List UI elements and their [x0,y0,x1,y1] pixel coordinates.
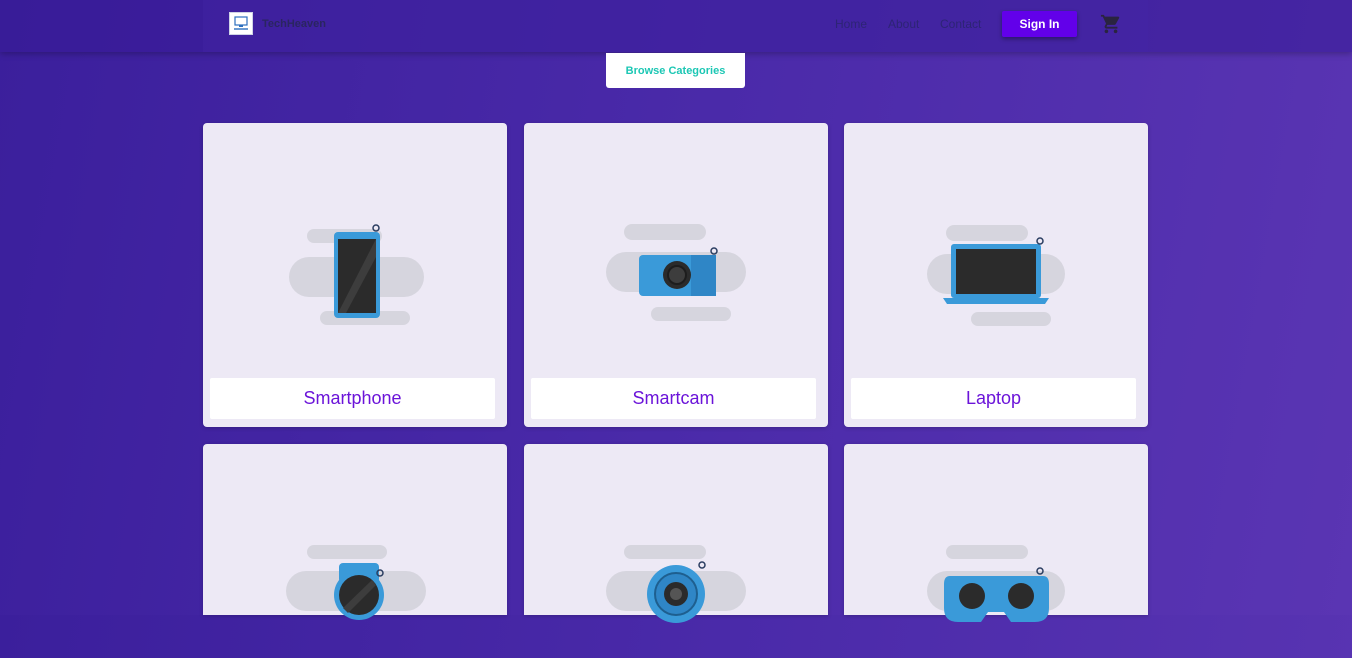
category-card-webcam[interactable] [524,444,828,623]
smartphone-icon [289,224,424,325]
brand-name[interactable]: TechHeaven [262,18,326,30]
logo-icon [234,16,248,30]
nav-about[interactable]: About [888,17,919,31]
smartcam-icon [606,224,746,321]
card-label[interactable]: Smartphone [210,378,495,419]
smartwatch-icon [286,545,426,620]
category-card-smartwatch[interactable] [203,444,507,620]
vr-headset-icon [927,545,1065,622]
sign-in-button[interactable]: Sign In [1002,11,1077,37]
browse-categories-button[interactable]: Browse Categories [606,53,745,88]
laptop-icon [927,225,1065,326]
brand-logo[interactable] [229,12,253,35]
nav-contact[interactable]: Contact [940,17,981,31]
cart-icon[interactable] [1100,13,1122,35]
category-card-smartcam[interactable]: Smartcam [524,123,828,427]
card-label[interactable]: Laptop [851,378,1136,419]
nav-home[interactable]: Home [835,17,867,31]
category-card-laptop[interactable]: Laptop [844,123,1148,427]
webcam-icon [606,545,746,623]
card-label[interactable]: Smartcam [531,378,816,419]
category-card-vr-headset[interactable] [844,444,1148,622]
category-card-smartphone[interactable]: Smartphone [203,123,507,427]
